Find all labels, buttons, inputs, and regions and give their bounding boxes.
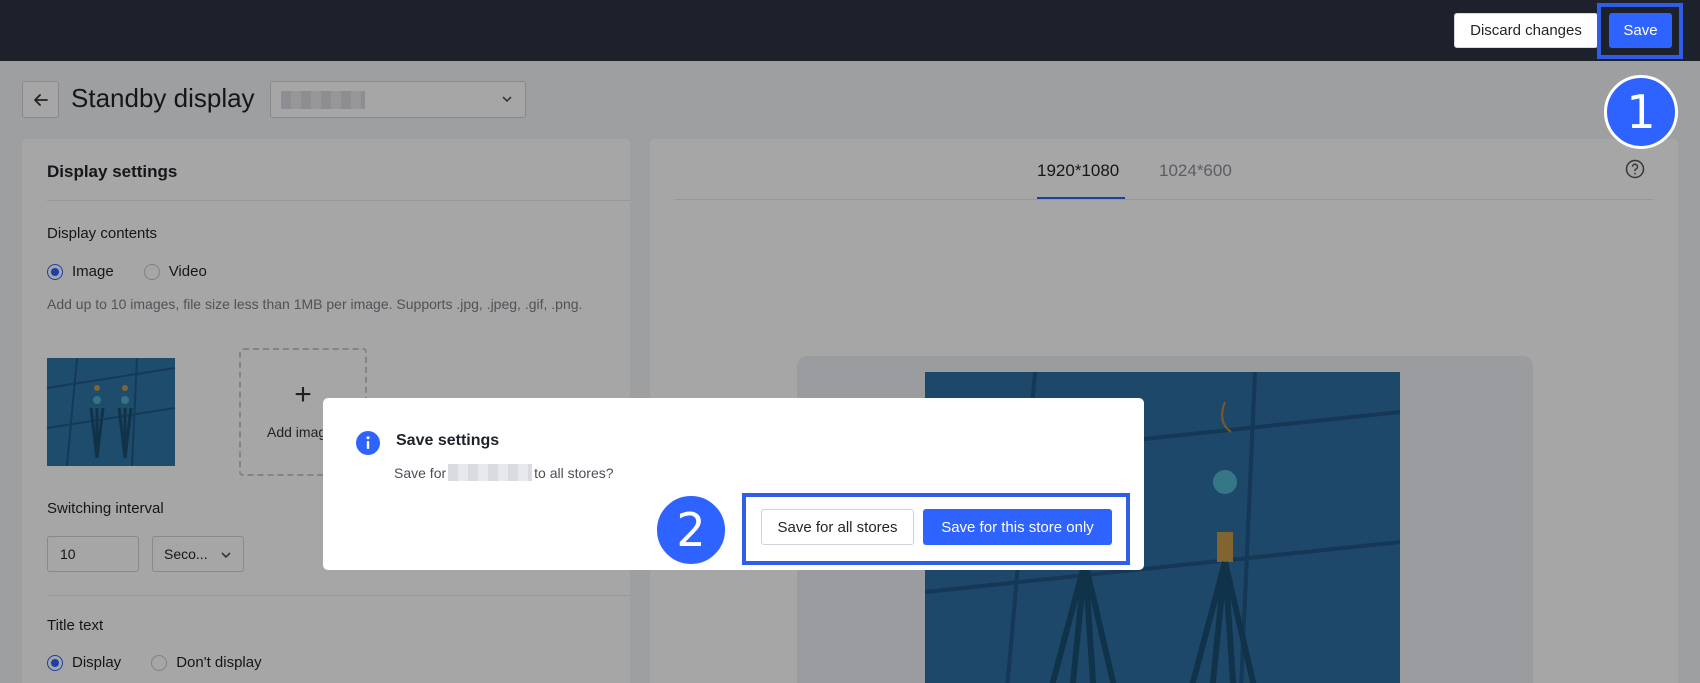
step-marker-2: 2 — [654, 493, 728, 567]
save-highlight-box — [1597, 3, 1683, 59]
modal-overlay — [0, 61, 1700, 683]
top-bar: Discard changes Save — [0, 0, 1700, 61]
info-icon — [356, 431, 380, 455]
step-marker-1: 1 — [1604, 75, 1678, 149]
dialog-message-prefix: Save for — [394, 464, 447, 481]
dialog-title: Save settings — [396, 432, 500, 449]
store-name-redacted — [448, 464, 533, 481]
dialog-message-suffix: to all stores? — [534, 464, 614, 481]
dialog-message: Save for to all stores? — [394, 464, 614, 481]
discard-changes-button[interactable]: Discard changes — [1454, 13, 1598, 48]
dialog-buttons-highlight-box — [742, 493, 1130, 565]
